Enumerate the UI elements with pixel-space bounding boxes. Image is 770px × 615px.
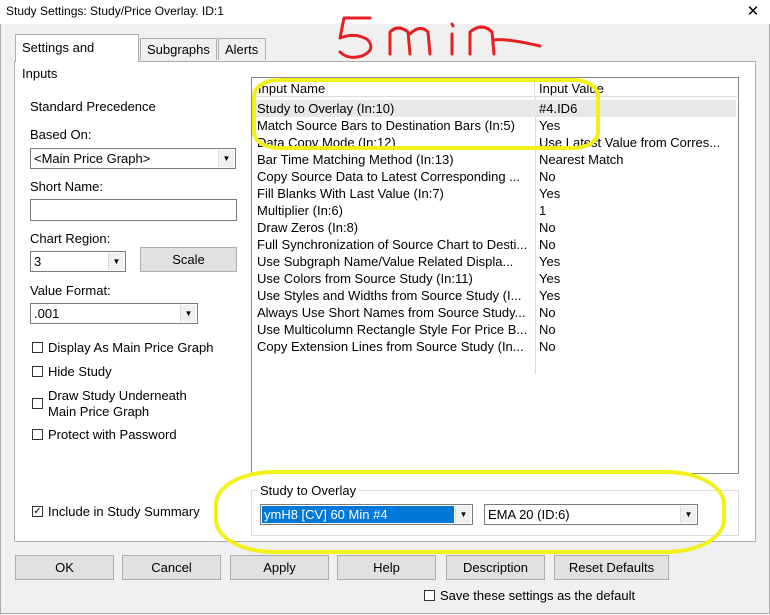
input-name: Study to Overlay (In:10) bbox=[257, 101, 395, 116]
overlay-chart-select[interactable]: ymH8 [CV] 60 Min #4 ▼ bbox=[260, 504, 473, 525]
based-on-value: <Main Price Graph> bbox=[34, 151, 151, 166]
help-button[interactable]: Help bbox=[337, 555, 436, 580]
input-name: Bar Time Matching Method (In:13) bbox=[257, 152, 454, 167]
apply-button[interactable]: Apply bbox=[230, 555, 329, 580]
column-header-input-value[interactable]: Input Value bbox=[535, 80, 737, 97]
input-name: Multiplier (In:6) bbox=[257, 203, 343, 218]
tab-settings-and-inputs[interactable]: Settings and Inputs bbox=[15, 34, 139, 81]
standard-precedence-label: Standard Precedence bbox=[30, 99, 156, 114]
based-on-select[interactable]: <Main Price Graph> ▼ bbox=[30, 148, 236, 169]
protect-password-label: Protect with Password bbox=[48, 427, 177, 442]
input-value: No bbox=[539, 220, 556, 235]
table-row[interactable]: Draw Zeros (In:8) No bbox=[254, 219, 736, 236]
table-row[interactable]: Multiplier (In:6) 1 bbox=[254, 202, 736, 219]
include-summary-label: Include in Study Summary bbox=[48, 504, 200, 519]
based-on-label: Based On: bbox=[30, 127, 92, 142]
table-row[interactable]: Use Styles and Widths from Source Study … bbox=[254, 287, 736, 304]
input-value: Yes bbox=[539, 186, 561, 201]
table-row[interactable]: Study to Overlay (In:10) #4.ID6 bbox=[254, 100, 736, 117]
display-as-main-checkbox[interactable] bbox=[32, 342, 43, 353]
input-value: No bbox=[539, 305, 556, 320]
input-value: No bbox=[539, 169, 556, 184]
input-value: No bbox=[539, 322, 556, 337]
display-as-main-label: Display As Main Price Graph bbox=[48, 340, 214, 355]
description-button[interactable]: Description bbox=[446, 555, 545, 580]
chevron-down-icon[interactable]: ▼ bbox=[680, 506, 696, 523]
input-value: Yes bbox=[539, 288, 561, 303]
chevron-down-icon[interactable]: ▼ bbox=[108, 253, 124, 270]
input-name: Copy Extension Lines from Source Study (… bbox=[257, 339, 524, 354]
input-name: Use Colors from Source Study (In:11) bbox=[257, 271, 473, 286]
chart-region-value: 3 bbox=[34, 254, 42, 269]
tab-alerts[interactable]: Alerts bbox=[218, 38, 266, 60]
value-format-label: Value Format: bbox=[30, 283, 111, 298]
table-row[interactable]: Use Subgraph Name/Value Related Displa..… bbox=[254, 253, 736, 270]
draw-underneath-checkbox[interactable] bbox=[32, 398, 43, 409]
input-value: Yes bbox=[539, 271, 561, 286]
table-row[interactable]: Copy Extension Lines from Source Study (… bbox=[254, 338, 736, 355]
draw-underneath-label: Draw Study Underneath bbox=[48, 388, 187, 403]
tab-label: Subgraphs bbox=[147, 42, 210, 57]
table-row[interactable]: Match Source Bars to Destination Bars (I… bbox=[254, 117, 736, 134]
study-to-overlay-group-label: Study to Overlay bbox=[258, 483, 359, 498]
input-value: Nearest Match bbox=[539, 152, 624, 167]
table-row[interactable]: Bar Time Matching Method (In:13) Nearest … bbox=[254, 151, 736, 168]
table-row[interactable]: Copy Source Data to Latest Corresponding… bbox=[254, 168, 736, 185]
input-name: Data Copy Mode (In:12) bbox=[257, 135, 396, 150]
include-summary-checkbox[interactable]: ✓ bbox=[32, 506, 43, 517]
window-title: Study Settings: Study/Price Overlay. ID:… bbox=[6, 4, 224, 18]
table-row[interactable]: Always Use Short Names from Source Study… bbox=[254, 304, 736, 321]
table-row[interactable]: Fill Blanks With Last Value (In:7) Yes bbox=[254, 185, 736, 202]
input-name: Full Synchronization of Source Chart to … bbox=[257, 237, 528, 252]
input-value: Yes bbox=[539, 254, 561, 269]
input-name: Fill Blanks With Last Value (In:7) bbox=[257, 186, 444, 201]
input-value: #4.ID6 bbox=[539, 101, 578, 116]
title-bar: Study Settings: Study/Price Overlay. ID:… bbox=[0, 0, 770, 24]
input-value: No bbox=[539, 237, 556, 252]
overlay-study-value: EMA 20 (ID:6) bbox=[488, 507, 570, 522]
input-value: 1 bbox=[539, 203, 547, 218]
ok-button[interactable]: OK bbox=[15, 555, 114, 580]
chart-region-label: Chart Region: bbox=[30, 231, 111, 246]
reset-defaults-button[interactable]: Reset Defaults bbox=[554, 555, 669, 580]
input-name: Use Styles and Widths from Source Study … bbox=[257, 288, 522, 303]
table-row[interactable]: Data Copy Mode (In:12) Use Latest Value f… bbox=[254, 134, 736, 151]
input-name: Copy Source Data to Latest Corresponding… bbox=[257, 169, 521, 184]
input-name: Use Multicolumn Rectangle Style For Pric… bbox=[257, 322, 528, 337]
table-row[interactable]: Use Multicolumn Rectangle Style For Pric… bbox=[254, 321, 736, 338]
close-icon[interactable]: ✕ bbox=[742, 1, 764, 23]
input-name: Always Use Short Names from Source Study… bbox=[257, 305, 526, 320]
value-format-value: .001 bbox=[34, 306, 60, 321]
hide-study-checkbox[interactable] bbox=[32, 366, 43, 377]
cancel-button[interactable]: Cancel bbox=[122, 555, 221, 580]
chevron-down-icon[interactable]: ▼ bbox=[180, 305, 196, 322]
protect-password-checkbox[interactable] bbox=[32, 429, 43, 440]
input-name: Draw Zeros (In:8) bbox=[257, 220, 359, 235]
short-name-input[interactable] bbox=[30, 199, 237, 221]
save-default-label: Save these settings as the default bbox=[440, 588, 636, 603]
chart-region-select[interactable]: 3 ▼ bbox=[30, 251, 126, 272]
chevron-down-icon[interactable]: ▼ bbox=[218, 150, 234, 167]
tab-label: Alerts bbox=[225, 42, 259, 57]
column-header-input-name[interactable]: Input Name bbox=[254, 80, 535, 97]
save-default-checkbox[interactable] bbox=[424, 590, 435, 601]
draw-underneath-label-line2: Main Price Graph bbox=[48, 404, 150, 419]
tab-subgraphs[interactable]: Subgraphs bbox=[140, 38, 217, 60]
value-format-select[interactable]: .001 ▼ bbox=[30, 303, 198, 324]
input-value: Yes bbox=[539, 118, 561, 133]
hide-study-label: Hide Study bbox=[48, 364, 112, 379]
short-name-label: Short Name: bbox=[30, 179, 103, 194]
overlay-study-select[interactable]: EMA 20 (ID:6) ▼ bbox=[484, 504, 698, 525]
input-name: Match Source Bars to Destination Bars (I… bbox=[257, 118, 515, 133]
overlay-chart-value: ymH8 [CV] 60 Min #4 bbox=[262, 506, 454, 523]
input-value: Use Latest Value from Corres... bbox=[539, 135, 721, 150]
table-row[interactable]: Use Colors from Source Study (In:11) Yes bbox=[254, 270, 736, 287]
input-name: Use Subgraph Name/Value Related Displa..… bbox=[257, 254, 514, 269]
scale-button[interactable]: Scale bbox=[140, 247, 237, 272]
table-row[interactable]: Full Synchronization of Source Chart to … bbox=[254, 236, 736, 253]
inputs-table: Input Name Input Value Study to Overlay … bbox=[251, 77, 739, 474]
chevron-down-icon[interactable]: ▼ bbox=[455, 506, 471, 523]
input-value: No bbox=[539, 339, 556, 354]
